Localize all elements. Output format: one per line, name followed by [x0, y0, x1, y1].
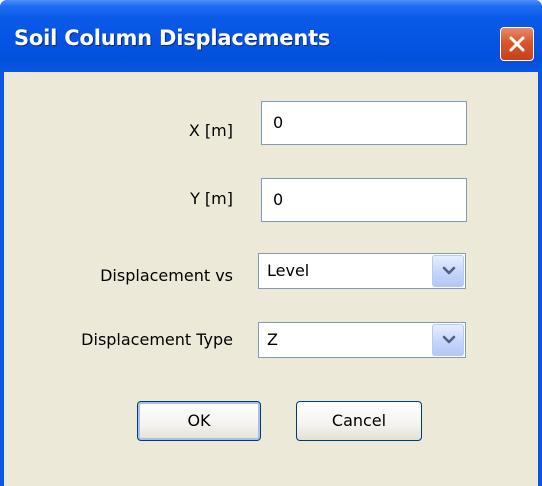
displacement-vs-label: Displacement vs [100, 266, 233, 285]
y-label: Y [m] [190, 189, 233, 208]
window-title: Soil Column Displacements [14, 26, 331, 50]
dialog-body: X [m] 0 Y [m] 0 Displacement vs Level Di… [4, 72, 538, 486]
cancel-button[interactable]: Cancel [296, 401, 422, 441]
x-input[interactable]: 0 [261, 101, 467, 145]
displacement-type-value: Z [267, 330, 278, 349]
displacement-vs-select[interactable]: Level [258, 253, 466, 289]
displacement-type-select[interactable]: Z [258, 322, 466, 358]
displacement-type-dropdown-button[interactable] [432, 324, 464, 356]
chevron-down-icon [442, 335, 456, 344]
displacement-vs-dropdown-button[interactable] [432, 255, 464, 287]
x-label: X [m] [188, 121, 233, 140]
displacement-vs-value: Level [267, 261, 310, 280]
displacement-type-label: Displacement Type [81, 330, 233, 349]
dialog-window: Soil Column Displacements X [m] 0 Y [m] … [0, 0, 542, 486]
chevron-down-icon [442, 266, 456, 275]
close-button[interactable] [500, 27, 534, 61]
close-icon [509, 36, 525, 52]
y-input[interactable]: 0 [261, 178, 467, 222]
title-bar[interactable]: Soil Column Displacements [0, 0, 542, 72]
ok-button[interactable]: OK [137, 401, 261, 441]
